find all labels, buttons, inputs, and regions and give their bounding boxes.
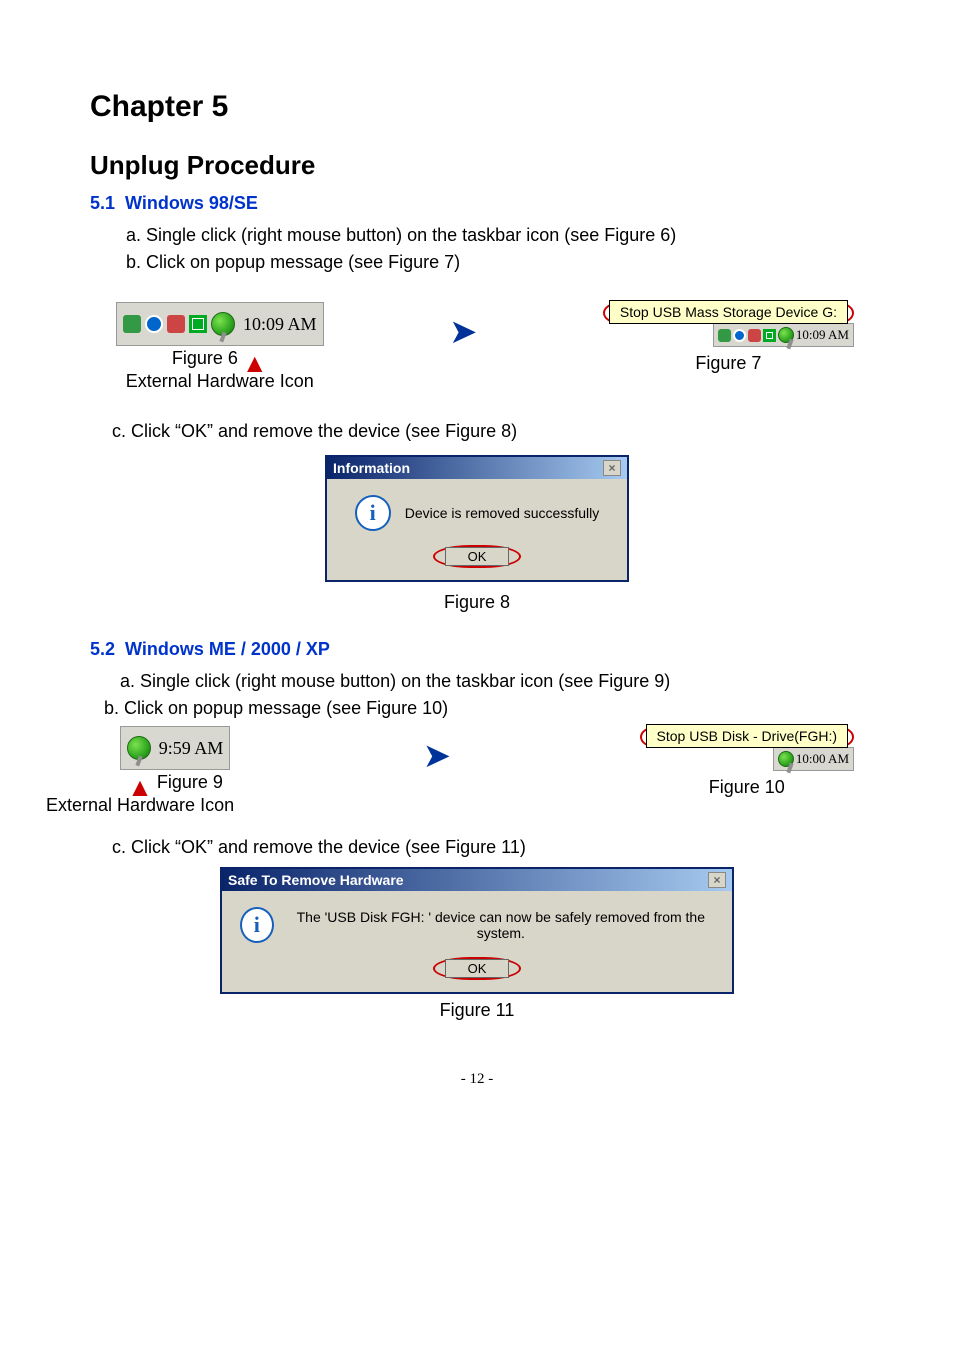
figure-10-popup-balloon[interactable]: Stop USB Disk - Drive(FGH:) xyxy=(646,724,848,748)
figure-8-dialog-msg: Device is removed successfully xyxy=(405,505,600,521)
tray-icon-1b xyxy=(718,329,731,342)
subsection-5-1-num: 5.1 xyxy=(90,193,115,213)
figure-8-dialog: Information × i Device is removed succes… xyxy=(325,455,629,582)
tray-time-6: 10:09 AM xyxy=(239,314,317,335)
figure-6-caption-row: Figure 6 ▲ xyxy=(172,348,268,369)
tray-time-7: 10:09 AM xyxy=(796,327,849,343)
page-number: - 12 - xyxy=(90,1071,864,1088)
figure-11-dialog-msg: The 'USB Disk FGH: ' device can now be s… xyxy=(288,909,714,941)
figure-8-dialog-title: Information xyxy=(333,460,410,476)
subsection-5-2-text: Windows ME / 2000 / XP xyxy=(125,639,330,659)
s52-step-a: a. Single click (right mouse button) on … xyxy=(120,668,864,695)
figure-6-tray: 10:09 AM xyxy=(116,302,324,346)
tray-icon-3b xyxy=(748,329,761,342)
tray-icon-2 xyxy=(145,315,163,333)
tray-unplug-icon-7[interactable] xyxy=(778,327,794,343)
figure-7-popup-balloon[interactable]: Stop USB Mass Storage Device G: xyxy=(609,300,848,324)
tray-time-9: 9:59 AM xyxy=(155,738,224,759)
figure-7-caption: Figure 7 xyxy=(695,353,761,374)
s51-step-b: b. Click on popup message (see Figure 7) xyxy=(126,249,864,276)
figure-11-caption: Figure 11 xyxy=(90,1000,864,1021)
figure-10-tray: 10:00 AM xyxy=(773,747,854,771)
figure-11-dialog-title: Safe To Remove Hardware xyxy=(228,872,404,888)
s52-step-b: b. Click on popup message (see Figure 10… xyxy=(104,695,864,722)
figure-9-caption: Figure 9 xyxy=(157,772,223,793)
tray-unplug-icon-9[interactable] xyxy=(127,736,151,760)
figure-7-highlight-oval: Stop USB Mass Storage Device G: xyxy=(603,302,854,324)
tray-icon-1 xyxy=(123,315,141,333)
s51-step-a: a. Single click (right mouse button) on … xyxy=(126,222,864,249)
tray-unplug-icon-10[interactable] xyxy=(778,751,794,767)
figure-6-caption: Figure 6 xyxy=(172,348,238,369)
section-title: Unplug Procedure xyxy=(90,150,864,181)
chapter-title: Chapter 5 xyxy=(90,90,864,124)
figure-7-tray: 10:09 AM xyxy=(713,323,854,347)
s51-step-c: c. Click “OK” and remove the device (see… xyxy=(112,418,864,445)
figure-8-close-icon[interactable]: × xyxy=(603,460,621,476)
tray-icon-4 xyxy=(189,315,207,333)
subsection-5-1-text: Windows 98/SE xyxy=(125,193,258,213)
s52-step-c: c. Click “OK” and remove the device (see… xyxy=(112,834,864,861)
figure-11-ok-highlight: OK xyxy=(433,957,522,980)
figure-9-caption-row: ▲ Figure 9 xyxy=(127,772,223,793)
subsection-5-2-num: 5.2 xyxy=(90,639,115,659)
figure-8-ok-highlight: OK xyxy=(433,545,522,568)
figure-11-close-icon[interactable]: × xyxy=(708,872,726,888)
tray-icon-2b xyxy=(733,329,746,342)
figure-6-caption-b: External Hardware Icon xyxy=(126,371,314,392)
subsection-5-2: 5.2 Windows ME / 2000 / XP xyxy=(90,639,864,660)
tray-unplug-icon[interactable] xyxy=(211,312,235,336)
tray-icon-3 xyxy=(167,315,185,333)
info-icon-2: i xyxy=(240,907,274,943)
subsection-5-1: 5.1 Windows 98/SE xyxy=(90,193,864,214)
figure-11-ok-button[interactable]: OK xyxy=(445,959,510,978)
figure-10-highlight-oval: Stop USB Disk - Drive(FGH:) xyxy=(640,726,854,748)
figure-9-tray: 9:59 AM xyxy=(120,726,231,770)
figure-8-caption: Figure 8 xyxy=(90,592,864,613)
info-icon: i xyxy=(355,495,391,531)
figure-10-caption: Figure 10 xyxy=(709,777,785,798)
tray-icon-4b xyxy=(763,329,776,342)
tray-time-10: 10:00 AM xyxy=(796,751,849,767)
figure-11-dialog: Safe To Remove Hardware × i The 'USB Dis… xyxy=(220,867,734,994)
figure-8-ok-button[interactable]: OK xyxy=(445,547,510,566)
